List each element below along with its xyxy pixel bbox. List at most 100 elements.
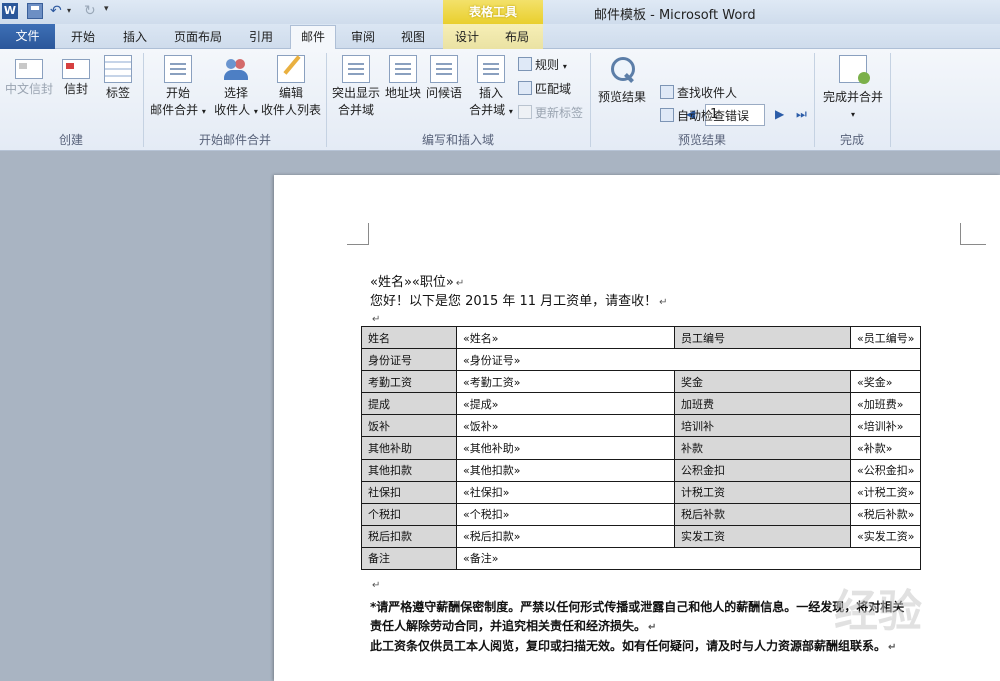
table-cell[interactable]: «补款» xyxy=(849,436,922,460)
table-cell[interactable]: 身份证号 xyxy=(361,348,457,372)
table-cell[interactable]: «其他扣款» xyxy=(456,458,675,482)
table-cell[interactable]: 姓名 xyxy=(361,325,457,350)
next-record-icon[interactable]: ▶ xyxy=(775,107,784,121)
confidentiality-note-cont[interactable]: 责任人解除劳动合同，并追究相关责任和经济损失。 ↵ xyxy=(370,617,656,634)
empty-paragraph[interactable]: ↵ xyxy=(370,577,380,592)
table-cell[interactable]: 计税工资 xyxy=(674,480,851,504)
table-cell[interactable]: «备注» xyxy=(455,546,922,571)
find-recipient-button[interactable]: 查找收件人 xyxy=(660,83,737,103)
table-cell[interactable]: 备注 xyxy=(361,546,457,571)
empty-paragraph[interactable]: ↵ xyxy=(370,311,380,326)
tab-insert[interactable]: 插入 xyxy=(112,26,158,49)
table-cell[interactable]: 其他扣款 xyxy=(361,458,457,482)
chinese-envelope-label: 中文信封 xyxy=(4,82,53,96)
paragraph-mark-icon: ↵ xyxy=(648,622,657,633)
table-cell[interactable]: «饭补» xyxy=(456,414,675,438)
edit-recipient-list-button[interactable]: 编辑 收件人列表 xyxy=(260,55,322,119)
margin-corner-mark xyxy=(960,223,986,245)
insert-field-line1: 插入 xyxy=(478,86,503,100)
highlight-line1: 突出显示 xyxy=(331,86,380,100)
table-cell[interactable]: 税后扣款 xyxy=(361,524,457,548)
table-cell[interactable]: 税后补款 xyxy=(674,502,851,526)
salary-table[interactable]: 姓名 «姓名» 员工编号 «员工编号» 身份证号 «身份证号» 考勤工资 «考勤… xyxy=(361,325,922,571)
preview-results-label: 预览结果 xyxy=(597,90,646,104)
table-cell[interactable]: 奖金 xyxy=(674,370,851,394)
start-mail-merge-line1: 开始 xyxy=(165,86,190,100)
greeting-paragraph[interactable]: 您好！以下是您 2015 年 11 月工资单，请查收！ ↵ xyxy=(370,290,668,309)
table-cell[interactable]: 饭补 xyxy=(361,414,457,438)
group-finish-label: 完成 xyxy=(839,133,864,147)
document-page[interactable]: «姓名»«职位» ↵ 您好！以下是您 2015 年 11 月工资单，请查收！ ↵ ↵… xyxy=(274,175,1000,681)
table-cell[interactable]: «其他补助» xyxy=(456,436,675,460)
tab-layout[interactable]: 布局 xyxy=(496,26,538,49)
group-preview-label: 预览结果 xyxy=(677,133,726,147)
chinese-envelope-button[interactable]: 中文信封 xyxy=(4,55,54,98)
tab-references[interactable]: 引用 xyxy=(238,26,284,49)
tab-mailings[interactable]: 邮件 xyxy=(290,25,336,49)
merge-line-name-title[interactable]: «姓名»«职位» ↵ xyxy=(370,271,464,290)
people-icon xyxy=(222,55,250,83)
table-cell[interactable]: 其他补助 xyxy=(361,436,457,460)
preview-results-button[interactable]: 预览结果 xyxy=(594,55,650,106)
table-cell[interactable]: 实发工资 xyxy=(674,524,851,548)
confidentiality-note[interactable]: *请严格遵守薪酬保密制度。严禁以任何形式传播或泄露自己和他人的薪酬信息。一经发现… xyxy=(370,598,904,615)
table-cell[interactable]: 员工编号 xyxy=(674,325,851,350)
rules-button[interactable]: 规则 ▾ xyxy=(518,55,567,75)
greeting-line-button[interactable]: 问候语 xyxy=(424,55,464,102)
tab-review[interactable]: 审阅 xyxy=(340,26,386,49)
select-recipients-line2: 收件人 xyxy=(214,103,251,117)
undo-dropdown-icon[interactable]: ▾ xyxy=(67,6,71,15)
tab-page-layout[interactable]: 页面布局 xyxy=(166,26,230,49)
table-cell[interactable]: «税后扣款» xyxy=(456,524,675,548)
table-cell[interactable]: «个税扣» xyxy=(456,502,675,526)
select-recipients-button[interactable]: 选择 收件人 ▾ xyxy=(210,55,262,120)
table-cell[interactable]: «培训补» xyxy=(849,414,922,438)
table-cell[interactable]: «姓名» xyxy=(456,325,675,350)
address-block-button[interactable]: 地址块 xyxy=(383,55,423,102)
rules-icon xyxy=(518,57,532,71)
table-cell[interactable]: 补款 xyxy=(674,436,851,460)
customize-toolbar-icon[interactable]: ▾ xyxy=(104,4,109,14)
tab-home[interactable]: 开始 xyxy=(60,26,106,49)
table-cell[interactable]: «提成» xyxy=(456,392,675,416)
table-cell[interactable]: 培训补 xyxy=(674,414,851,438)
table-cell[interactable]: «实发工资» xyxy=(849,524,922,548)
match-fields-button[interactable]: 匹配域 xyxy=(518,79,571,99)
table-cell[interactable]: «考勤工资» xyxy=(456,370,675,394)
table-cell[interactable]: «社保扣» xyxy=(456,480,675,504)
table-cell[interactable]: «公积金扣» xyxy=(849,458,922,482)
table-cell[interactable]: «奖金» xyxy=(849,370,922,394)
labels-button[interactable]: 标签 xyxy=(100,55,136,102)
auto-check-errors-button[interactable]: 自动检查错误 xyxy=(660,106,749,126)
margin-corner-mark xyxy=(347,223,369,245)
finish-merge-button[interactable]: 完成并合并 ▾ xyxy=(820,55,886,123)
table-cell[interactable]: «身份证号» xyxy=(455,348,922,372)
table-cell[interactable]: «计税工资» xyxy=(849,480,922,504)
insert-merge-field-button[interactable]: 插入 合并域 ▾ xyxy=(466,55,516,120)
table-cell[interactable]: 公积金扣 xyxy=(674,458,851,482)
update-labels-button[interactable]: 更新标签 xyxy=(518,103,583,123)
address-block-label: 地址块 xyxy=(384,86,421,100)
save-icon[interactable] xyxy=(27,3,43,19)
redo-icon[interactable]: ↻ xyxy=(84,3,100,19)
table-cell[interactable]: 社保扣 xyxy=(361,480,457,504)
tab-file[interactable]: 文件 xyxy=(0,24,55,49)
magnifier-icon xyxy=(608,55,636,83)
tab-design[interactable]: 设计 xyxy=(446,26,488,49)
table-cell[interactable]: 加班费 xyxy=(674,392,851,416)
start-mail-merge-button[interactable]: 开始 邮件合并 ▾ xyxy=(146,55,210,120)
table-cell[interactable]: 考勤工资 xyxy=(361,370,457,394)
word-logo-icon[interactable]: W xyxy=(2,3,18,19)
last-record-icon[interactable]: ⏭ xyxy=(796,107,807,122)
undo-icon[interactable]: ↶ xyxy=(50,3,66,19)
table-cell[interactable]: «加班费» xyxy=(849,392,922,416)
edit-list-icon xyxy=(277,55,305,83)
table-cell[interactable]: «员工编号» xyxy=(849,325,922,350)
highlight-merge-fields-button[interactable]: 突出显示 合并域 xyxy=(330,55,382,119)
tab-view[interactable]: 视图 xyxy=(390,26,436,49)
envelope-button[interactable]: 信封 xyxy=(58,55,94,98)
table-cell[interactable]: «税后补款» xyxy=(849,502,922,526)
table-cell[interactable]: 提成 xyxy=(361,392,457,416)
usage-note[interactable]: 此工资条仅供员工本人阅览，复印或扫描无效。如有任何疑问，请及时与人力资源部薪酬组… xyxy=(370,637,896,654)
table-cell[interactable]: 个税扣 xyxy=(361,502,457,526)
